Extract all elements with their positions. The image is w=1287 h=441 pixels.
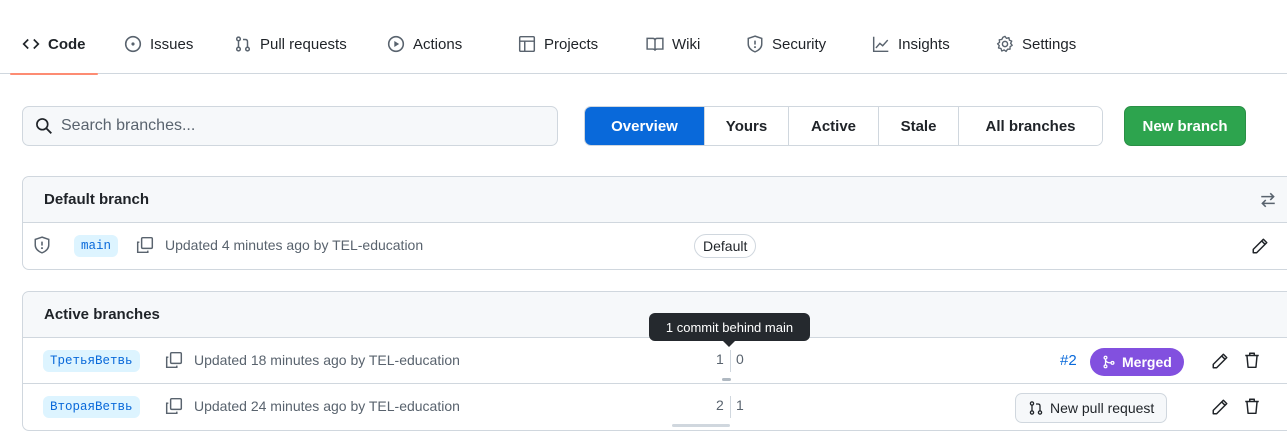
filter-stale[interactable]: Stale [879,107,959,145]
search-icon [35,117,53,135]
branch-updated-text: Updated 18 minutes ago by TEL-education [194,352,460,368]
branch-filter-tabs: Overview Yours Active Stale All branches [584,106,1103,146]
new-pull-request-label: New pull request [1050,400,1155,416]
behind-bar [672,424,730,427]
issue-opened-icon [124,35,142,53]
tab-settings-label: Settings [1022,35,1077,53]
commits-behind-tooltip: 1 commit behind main [649,313,810,347]
copy-icon[interactable] [165,351,183,369]
tab-security[interactable]: Security [746,20,826,68]
tab-code-label: Code [48,35,86,53]
copy-icon[interactable] [165,397,183,415]
book-icon [646,35,664,53]
rename-branch-pencil-icon[interactable] [1211,398,1229,416]
branch-name-link[interactable]: main [74,235,119,257]
tab-settings[interactable]: Settings [996,20,1076,68]
branch-updated-text: Updated 24 minutes ago by TEL-education [194,398,460,414]
git-pull-request-icon [1028,400,1044,416]
git-pull-request-icon [234,35,252,53]
filter-active[interactable]: Active [789,107,879,145]
tab-security-label: Security [772,35,827,53]
new-branch-button[interactable]: New branch [1124,106,1246,146]
ahead-behind-divider [730,350,731,372]
delete-branch-trash-icon[interactable] [1243,351,1261,369]
delete-branch-trash-icon[interactable] [1243,397,1261,415]
commits-behind-count: 2 [716,397,724,413]
copy-icon[interactable] [136,236,154,254]
default-branch-box: Default branch main Updated 4 minutes ag… [22,176,1287,270]
active-branches-title: Active branches [44,306,160,323]
merged-status-label: Merged [1122,354,1172,370]
tab-actions[interactable]: Actions [387,20,462,68]
rename-branch-pencil-icon[interactable] [1251,237,1269,255]
tab-pull-requests[interactable]: Pull requests [234,20,347,68]
repo-navigation: Code Issues Pull requests Actions Projec… [0,12,1287,75]
branch-search[interactable] [22,106,558,146]
branch-name-link[interactable]: ВтораяВетвь [43,396,140,418]
behind-bar [722,378,731,381]
tab-insights[interactable]: Insights [872,20,950,68]
tab-wiki-label: Wiki [672,35,701,53]
branch-updated-text: Updated 4 minutes ago by TEL-education [165,237,424,253]
tab-issues-label: Issues [150,35,194,53]
tab-pull-requests-label: Pull requests [260,35,347,53]
search-input[interactable] [61,117,541,135]
commits-ahead-count: 0 [736,351,744,367]
code-icon [22,35,40,53]
branch-row: ТретьяВетвь Updated 18 minutes ago by TE… [23,338,1287,384]
merged-status-badge[interactable]: Merged [1090,348,1184,376]
table-icon [518,35,536,53]
tab-actions-label: Actions [413,35,463,53]
new-pull-request-button[interactable]: New pull request [1015,393,1168,423]
pull-request-link[interactable]: #2 [1060,352,1077,369]
commits-behind-count: 1 [716,351,724,367]
tab-issues[interactable]: Issues [124,20,193,68]
tab-projects[interactable]: Projects [518,20,598,68]
branch-row: main Updated 4 minutes ago by TEL-educat… [23,223,1287,269]
tab-wiki[interactable]: Wiki [646,20,700,68]
filter-yours[interactable]: Yours [705,107,789,145]
active-branches-box: Active branches ТретьяВетвь Updated 18 m… [22,291,1287,431]
graph-icon [872,35,890,53]
filter-overview[interactable]: Overview [585,107,705,145]
branch-row: ВтораяВетвь Updated 24 minutes ago by TE… [23,384,1287,430]
filter-all-branches[interactable]: All branches [959,107,1102,145]
default-badge: Default [694,234,757,258]
branch-name-link[interactable]: ТретьяВетвь [43,350,140,372]
commits-ahead-count: 1 [736,397,744,413]
git-merge-icon [1102,355,1116,369]
play-icon [387,35,405,53]
tab-insights-label: Insights [898,35,950,53]
tab-projects-label: Projects [544,35,599,53]
switch-default-branch-icon[interactable] [1259,191,1277,209]
rename-branch-pencil-icon[interactable] [1211,352,1229,370]
default-branch-title: Default branch [44,191,150,208]
shield-icon [746,35,764,53]
ahead-behind-divider [730,396,731,418]
tab-code[interactable]: Code [10,20,98,75]
gear-icon [996,35,1014,53]
default-branch-header: Default branch [23,177,1287,223]
selected-tab-indicator [10,73,98,75]
shield-icon [33,236,51,254]
